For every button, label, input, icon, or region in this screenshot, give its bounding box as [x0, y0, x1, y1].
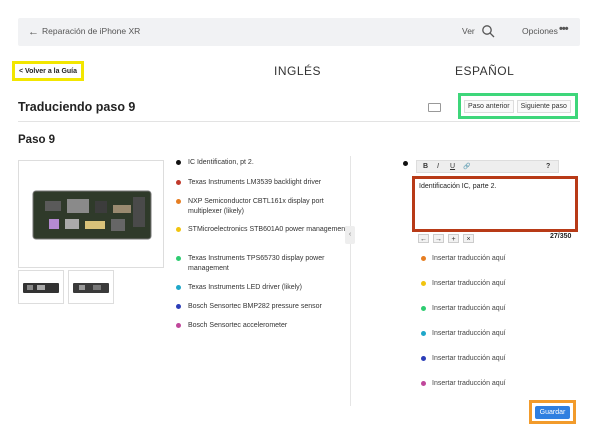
view-label[interactable]: Ver	[462, 26, 475, 36]
translation-placeholder: Insertar traducción aquí	[432, 255, 506, 262]
editor-toolbar: B I U 🔗 ?	[416, 160, 559, 173]
help-icon[interactable]: ?	[546, 163, 550, 170]
character-counter: 27/350	[550, 233, 572, 240]
step-navigation: Paso anterior Siguiente paso	[458, 93, 578, 119]
save-button[interactable]: Guardar	[534, 405, 571, 419]
back-arrow-icon[interactable]: ←	[28, 26, 39, 38]
translation-textarea[interactable]: Identificación IC, parte 2.	[412, 176, 578, 232]
collapse-toggle-icon[interactable]: ‹	[345, 226, 355, 244]
bullet-text: Bosch Sensortec accelerometer	[188, 322, 288, 329]
bullet-dot	[176, 160, 181, 165]
italic-button[interactable]: I	[437, 163, 439, 170]
save-button-frame: Guardar	[529, 400, 576, 424]
more-dots-icon[interactable]: •••	[559, 23, 569, 35]
back-to-guide-button[interactable]: < Volver a la Guía	[12, 61, 84, 81]
bullet-dot	[176, 180, 181, 185]
step-thumbnail-1[interactable]	[18, 270, 64, 304]
keyboard-icon[interactable]	[428, 103, 441, 112]
bullet-text: Bosch Sensortec BMP282 pressure sensor	[188, 303, 322, 310]
bullet-dot	[421, 306, 426, 311]
bullet-text: NXP Semiconductor CBTL161x display port …	[188, 198, 324, 215]
bullet-dot	[421, 281, 426, 286]
translation-placeholder: Insertar traducción aquí	[432, 280, 506, 287]
bullet-dot	[176, 199, 181, 204]
column-divider	[350, 156, 351, 406]
translation-placeholder: Insertar traducción aquí	[432, 305, 506, 312]
bullet-dot	[176, 285, 181, 290]
previous-step-button[interactable]: Paso anterior	[464, 99, 514, 113]
translation-text: Identificación IC, parte 2.	[419, 183, 497, 190]
divider	[18, 121, 580, 122]
step-main-image[interactable]	[18, 160, 164, 268]
step-title: Paso 9	[18, 134, 56, 146]
search-icon[interactable]	[481, 24, 495, 38]
bullet-text: STMicroelectronics STB601A0 power manage…	[188, 226, 348, 233]
bullet-dot	[421, 356, 426, 361]
bullet-dot	[421, 256, 426, 261]
back-to-guide-label: < Volver a la Guía	[18, 67, 78, 75]
link-icon[interactable]: 🔗	[463, 163, 470, 170]
page-title: Traduciendo paso 9	[18, 100, 136, 114]
bullet-dot	[421, 331, 426, 336]
bullet-dot	[176, 227, 181, 232]
remove-bullet-button[interactable]: ×	[463, 234, 474, 243]
bullet-text: Texas Instruments TPS65730 display power…	[188, 255, 325, 272]
bullet-dot	[176, 256, 181, 261]
top-nav-bar: ← Reparación de iPhone XR Ver Opciones •…	[18, 18, 580, 46]
translation-placeholder: Insertar traducción aquí	[432, 355, 506, 362]
options-menu[interactable]: Opciones	[522, 26, 558, 36]
bullet-dot	[176, 304, 181, 309]
breadcrumb[interactable]: Reparación de iPhone XR	[42, 26, 140, 36]
bullet-dot	[176, 323, 181, 328]
bullet-text: Texas Instruments LED driver (likely)	[188, 284, 302, 291]
add-bullet-button[interactable]: +	[448, 234, 459, 243]
translation-placeholder: Insertar traducción aquí	[432, 380, 506, 387]
bullet-dot	[421, 381, 426, 386]
source-language-label: INGLÉS	[274, 64, 322, 78]
bullet-dot	[403, 161, 408, 166]
next-step-button[interactable]: Siguiente paso	[516, 99, 571, 113]
bold-button[interactable]: B	[423, 163, 428, 170]
step-thumbnail-2[interactable]	[68, 270, 114, 304]
move-left-button[interactable]: ←	[418, 234, 429, 243]
move-right-button[interactable]: →	[433, 234, 444, 243]
target-language-label: ESPAÑOL	[455, 64, 515, 78]
translation-placeholder: Insertar traducción aquí	[432, 330, 506, 337]
bullet-text: Texas Instruments LM3539 backlight drive…	[188, 179, 322, 186]
underline-button[interactable]: U	[450, 163, 455, 170]
bullet-text: IC Identification, pt 2.	[188, 159, 254, 166]
